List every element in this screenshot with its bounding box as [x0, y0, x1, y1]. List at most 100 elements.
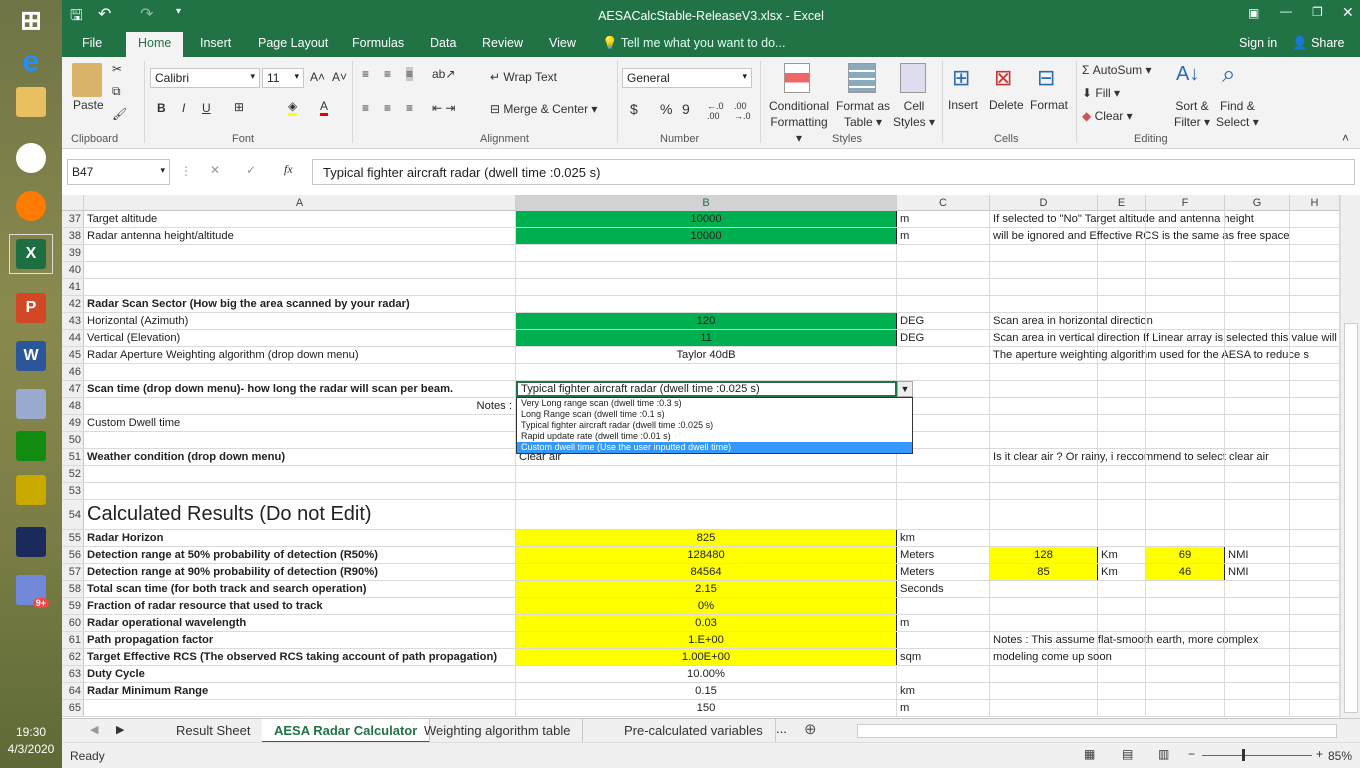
cell-E57[interactable]: Km	[1098, 564, 1146, 580]
cell-D50[interactable]	[990, 432, 1098, 448]
cell-styles-button[interactable]: Cell Styles ▾	[892, 98, 936, 130]
cell-D62[interactable]: modeling come up soon	[990, 649, 1112, 665]
cell-B47[interactable]: Typical fighter aircraft radar (dwell ti…	[516, 381, 897, 397]
cell-C40[interactable]	[897, 262, 990, 278]
cell-A51[interactable]: Weather condition (drop down menu)	[84, 449, 516, 465]
next-sheet-icon[interactable]: ▶	[116, 723, 124, 736]
cell-H61[interactable]	[1290, 632, 1340, 648]
cell-D63[interactable]	[990, 666, 1098, 682]
page-layout-view-icon[interactable]: ▤	[1122, 747, 1133, 761]
font-size-select[interactable]: 11 ▾	[262, 68, 304, 88]
cell-A64[interactable]: Radar Minimum Range	[84, 683, 516, 699]
cell-A63[interactable]: Duty Cycle	[84, 666, 516, 682]
cell-B65[interactable]: 150	[516, 700, 897, 716]
file-explorer-icon[interactable]	[9, 82, 53, 122]
cell-F65[interactable]	[1146, 700, 1225, 716]
firefox-icon[interactable]	[9, 186, 53, 226]
row-header[interactable]: 57	[62, 564, 84, 580]
excel-icon[interactable]: X	[9, 234, 53, 274]
cell-F56[interactable]: 69	[1146, 547, 1225, 563]
cell-H45[interactable]	[1290, 347, 1340, 363]
row-header[interactable]: 46	[62, 364, 84, 380]
cell-D60[interactable]	[990, 615, 1098, 631]
cell-A38[interactable]: Radar antenna height/altitude	[84, 228, 516, 244]
cell-B60[interactable]: 0.03	[516, 615, 897, 631]
font-name-select[interactable]: Calibri ▾	[150, 68, 260, 88]
minimize-icon[interactable]: —	[1280, 4, 1292, 18]
zoom-in-icon[interactable]: +	[1316, 747, 1323, 761]
cell-G47[interactable]	[1225, 381, 1290, 397]
comma-button[interactable]: 9	[682, 101, 690, 117]
cell-A50[interactable]	[84, 432, 516, 448]
cell-A42[interactable]: Radar Scan Sector (How big the area scan…	[84, 296, 516, 312]
cell-H57[interactable]	[1290, 564, 1340, 580]
row-header[interactable]: 62	[62, 649, 84, 665]
cell-F49[interactable]	[1146, 415, 1225, 431]
row-header[interactable]: 40	[62, 262, 84, 278]
cell-A44[interactable]: Vertical (Elevation)	[84, 330, 516, 346]
windows-start-icon[interactable]: ⊞	[9, 0, 53, 40]
cell-A61[interactable]: Path propagation factor	[84, 632, 516, 648]
cell-F58[interactable]	[1146, 581, 1225, 597]
cell-B44[interactable]: 11	[516, 330, 897, 346]
cell-G55[interactable]	[1225, 530, 1290, 546]
cell-E41[interactable]	[1098, 279, 1146, 295]
row-header[interactable]: 44	[62, 330, 84, 346]
find-select-button[interactable]: Find & Select ▾	[1216, 98, 1259, 130]
cell-H54[interactable]	[1290, 500, 1340, 529]
cell-D59[interactable]	[990, 598, 1098, 614]
cell-C39[interactable]	[897, 245, 990, 261]
cell-D46[interactable]	[990, 364, 1098, 380]
cell-G45[interactable]	[1225, 347, 1290, 363]
cell-F52[interactable]	[1146, 466, 1225, 482]
fill-button[interactable]: ⬇ Fill ▾	[1082, 86, 1120, 100]
percent-button[interactable]: %	[660, 101, 672, 117]
row-header[interactable]: 43	[62, 313, 84, 329]
cell-E50[interactable]	[1098, 432, 1146, 448]
cell-F37[interactable]	[1146, 211, 1225, 227]
name-box[interactable]: B47 ▾	[67, 159, 170, 185]
cut-icon[interactable]: ✂	[112, 62, 122, 76]
cell-B42[interactable]	[516, 296, 897, 312]
dropdown-option[interactable]: Custom dwell time (Use the user inputted…	[517, 442, 912, 453]
column-header-G[interactable]: G	[1225, 195, 1290, 211]
cell-C56[interactable]: Meters	[897, 547, 990, 563]
insert-cells-button[interactable]: Insert	[948, 98, 978, 112]
sort-filter-button[interactable]: Sort & Filter ▾	[1174, 98, 1210, 130]
cell-H63[interactable]	[1290, 666, 1340, 682]
cell-F55[interactable]	[1146, 530, 1225, 546]
cell-D56[interactable]: 128	[990, 547, 1098, 563]
cell-E47[interactable]	[1098, 381, 1146, 397]
cell-B46[interactable]	[516, 364, 897, 380]
calculator-icon[interactable]	[9, 426, 53, 466]
nox-icon[interactable]	[9, 522, 53, 562]
cell-G58[interactable]	[1225, 581, 1290, 597]
cell-G43[interactable]	[1225, 313, 1290, 329]
sheet-tab[interactable]: AESA Radar Calculator	[262, 719, 431, 743]
cell-F57[interactable]: 46	[1146, 564, 1225, 580]
cell-B39[interactable]	[516, 245, 897, 261]
cell-E61[interactable]	[1098, 632, 1146, 648]
column-header-F[interactable]: F	[1146, 195, 1225, 211]
cell-A48[interactable]: Notes :	[84, 398, 516, 414]
cell-H53[interactable]	[1290, 483, 1340, 499]
cell-G46[interactable]	[1225, 364, 1290, 380]
column-header-D[interactable]: D	[990, 195, 1098, 211]
cell-B45[interactable]: Taylor 40dB	[516, 347, 897, 363]
cell-C63[interactable]	[897, 666, 990, 682]
cell-C58[interactable]: Seconds	[897, 581, 990, 597]
row-header[interactable]: 52	[62, 466, 84, 482]
tab-review[interactable]: Review	[482, 36, 523, 50]
align-middle-icon[interactable]: ≡	[384, 67, 391, 81]
cell-A52[interactable]	[84, 466, 516, 482]
chrome-icon[interactable]	[9, 138, 53, 178]
cell-D58[interactable]	[990, 581, 1098, 597]
page-break-view-icon[interactable]: ▥	[1158, 747, 1169, 761]
tab-page-layout[interactable]: Page Layout	[258, 36, 328, 50]
align-right-icon[interactable]: ≡	[406, 101, 413, 115]
share-button[interactable]: 👤 Share	[1292, 36, 1344, 51]
row-header[interactable]: 63	[62, 666, 84, 682]
cell-E38[interactable]	[1098, 228, 1146, 244]
delete-cells-button[interactable]: Delete	[989, 98, 1024, 112]
row-header[interactable]: 53	[62, 483, 84, 499]
